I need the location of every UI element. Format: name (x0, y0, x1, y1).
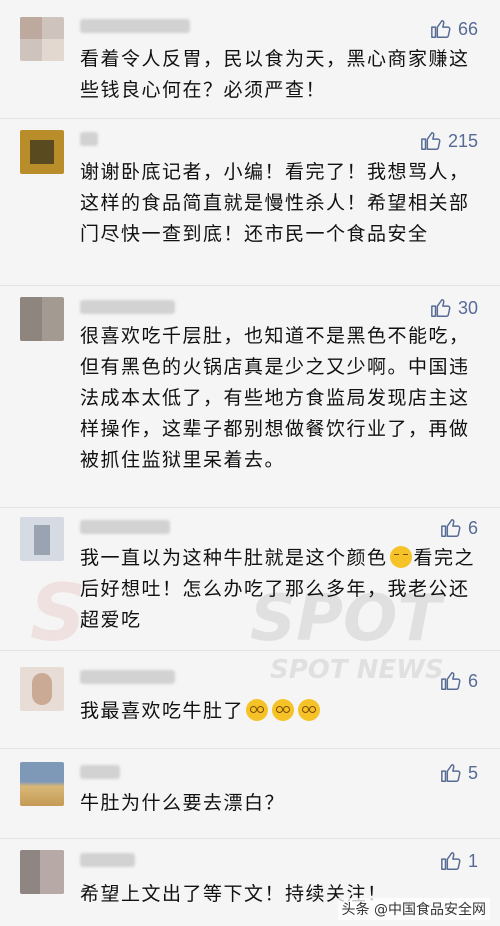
comment-text: 谢谢卧底记者，小编！看完了！我想骂人，这样的食品简直就是慢性杀人！希望相关部门尽… (80, 161, 470, 245)
avatar[interactable] (20, 297, 64, 341)
comment-text: 很喜欢吃千层肚，也知道不是黑色不能吃，但有黑色的火锅店真是少之又少啊。中国违法成… (80, 325, 470, 471)
username[interactable] (80, 132, 98, 146)
username[interactable] (80, 19, 190, 33)
dizzy-emoji-icon (272, 699, 295, 721)
username[interactable] (80, 300, 175, 314)
like-button[interactable]: 5 (440, 762, 478, 784)
smirk-emoji-icon (389, 546, 412, 568)
avatar[interactable] (20, 17, 64, 61)
thumbs-up-icon (421, 132, 441, 150)
thumbs-up-icon (441, 852, 461, 870)
avatar[interactable] (20, 130, 64, 174)
like-button[interactable]: 215 (420, 130, 478, 152)
username[interactable] (80, 670, 175, 684)
source-watermark: 头条 @中国食品安全网 (337, 898, 490, 920)
like-count: 1 (467, 850, 478, 871)
comment-text: 牛肚为什么要去漂白？ (80, 792, 286, 814)
avatar[interactable] (20, 850, 64, 894)
thumbs-up-icon (441, 672, 461, 690)
thumbs-up-icon (431, 299, 451, 317)
comment-text: 我最喜欢吃牛肚了 (80, 696, 478, 727)
comment-item: 215 谢谢卧底记者，小编！看完了！我想骂人，这样的食品简直就是慢性杀人！希望相… (0, 118, 500, 285)
username[interactable] (80, 520, 170, 534)
avatar[interactable] (20, 762, 64, 806)
like-count: 6 (467, 670, 478, 691)
comment-item: 6 我一直以为这种牛肚就是这个颜色 看完之后好想吐！怎么办吃了那么多年，我老公还超… (0, 507, 500, 650)
like-count: 5 (467, 762, 478, 783)
like-count: 66 (457, 18, 478, 39)
comment-text: 我一直以为这种牛肚就是这个颜色 看完之后好想吐！怎么办吃了那么多年，我老公还超爱吃 (80, 543, 478, 636)
dizzy-emoji-icon (298, 699, 321, 721)
avatar[interactable] (20, 517, 64, 561)
comment-item: 30 很喜欢吃千层肚，也知道不是黑色不能吃，但有黑色的火锅店真是少之又少啊。中国… (0, 285, 500, 507)
like-button[interactable]: 6 (440, 517, 478, 539)
like-count: 30 (457, 297, 478, 318)
comment-item: 5 牛肚为什么要去漂白？ (0, 748, 500, 838)
username[interactable] (80, 765, 120, 779)
username[interactable] (80, 853, 135, 867)
comment-text-part: 我一直以为这种牛肚就是这个颜色 (80, 547, 388, 569)
comment-item: 6 我最喜欢吃牛肚了 (0, 650, 500, 748)
like-button[interactable]: 6 (440, 670, 478, 692)
thumbs-up-icon (441, 519, 461, 537)
avatar[interactable] (20, 667, 64, 711)
comment-item: 66 看着令人反胃，民以食为天，黑心商家赚这些钱良心何在？必须严查！ (0, 0, 500, 118)
dizzy-emoji-icon (246, 699, 269, 721)
like-button[interactable]: 30 (430, 297, 478, 319)
like-count: 215 (447, 130, 478, 151)
comment-text-part: 我最喜欢吃牛肚了 (80, 700, 245, 722)
like-count: 6 (467, 517, 478, 538)
thumbs-up-icon (431, 20, 451, 38)
comment-text: 看着令人反胃，民以食为天，黑心商家赚这些钱良心何在？必须严查！ (80, 48, 470, 101)
like-button[interactable]: 1 (440, 850, 478, 872)
like-button[interactable]: 66 (430, 18, 478, 40)
thumbs-up-icon (441, 764, 461, 782)
